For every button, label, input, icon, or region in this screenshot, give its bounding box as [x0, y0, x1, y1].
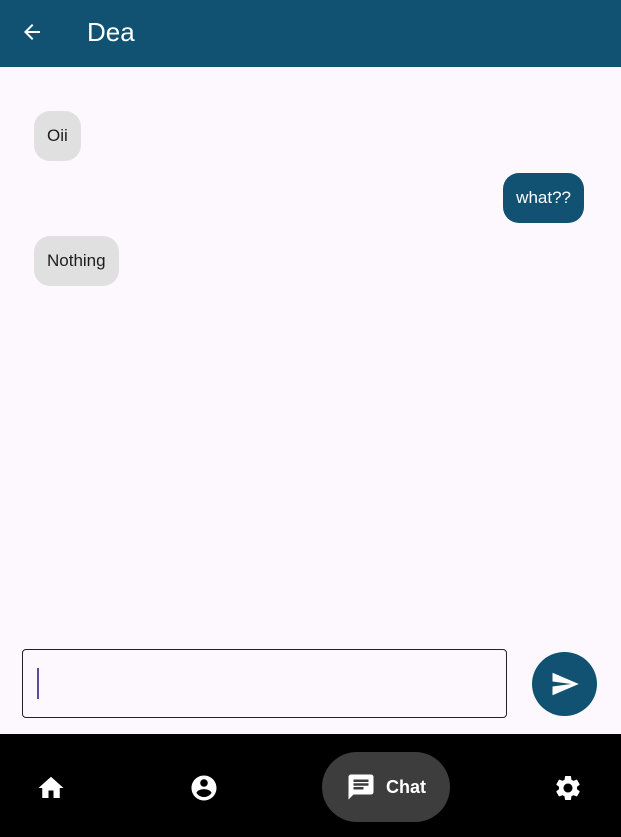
message-list: Oii what?? Nothing: [0, 67, 621, 637]
nav-chat-label: Chat: [386, 776, 426, 797]
send-icon: [552, 672, 579, 696]
message-text: what??: [516, 188, 571, 207]
arrow-back-icon: [24, 24, 40, 40]
message-bubble-outgoing: what??: [503, 173, 584, 223]
settings-gear-icon: [556, 776, 580, 800]
page-title: Dea: [87, 17, 135, 47]
nav-profile-button[interactable]: [186, 770, 222, 806]
app-bar: Dea: [0, 0, 621, 67]
nav-settings-button[interactable]: [550, 770, 586, 806]
account-circle-icon: [191, 775, 217, 801]
nav-home-button[interactable]: [33, 770, 69, 806]
message-text: Oii: [47, 126, 68, 145]
message-input[interactable]: [22, 649, 507, 718]
message-bubble-incoming: Oii: [34, 111, 81, 161]
home-icon: [38, 776, 64, 798]
bottom-navigation: Chat: [0, 734, 621, 837]
nav-chat-button[interactable]: Chat: [322, 752, 450, 822]
chat-icon: [348, 774, 374, 800]
back-button[interactable]: [14, 14, 50, 50]
message-bubble-incoming: Nothing: [34, 236, 119, 286]
send-button[interactable]: [532, 652, 597, 716]
text-cursor: [37, 668, 39, 699]
message-text: Nothing: [47, 251, 106, 270]
